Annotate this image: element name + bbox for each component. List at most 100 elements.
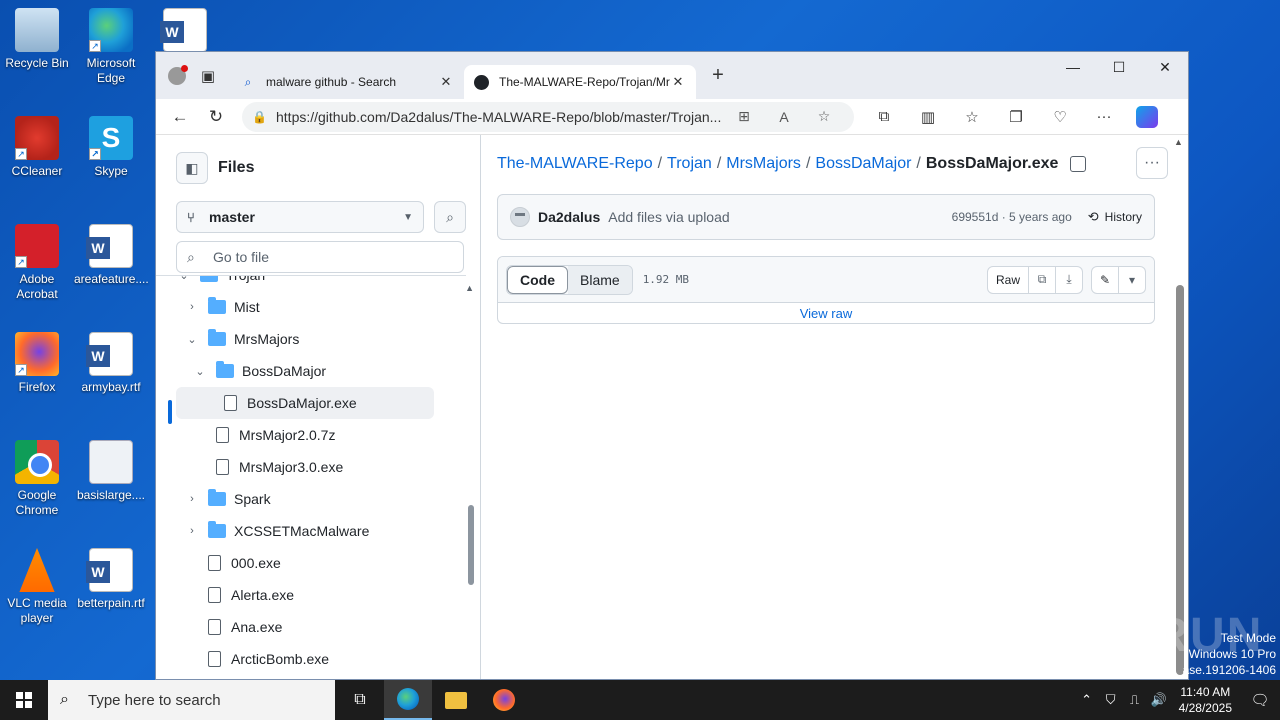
commit-meta[interactable]: 699551d · 5 years ago (952, 210, 1072, 224)
desktop-icon-edge[interactable]: ↗ Microsoft Edge (74, 8, 148, 86)
tree-item-label: Alerta.exe (231, 587, 295, 603)
view-toggle: Code Blame (506, 264, 633, 295)
search-button[interactable]: ⌕ (434, 201, 466, 233)
file-icon (216, 427, 229, 443)
network-icon[interactable]: ⎍ (1123, 692, 1147, 708)
minimize-icon[interactable]: — (1050, 52, 1096, 82)
desktop-icon-recycle-bin[interactable]: Recycle Bin (0, 8, 74, 71)
copy-path-icon[interactable] (1070, 156, 1087, 172)
notifications-icon[interactable]: 🗨 (1240, 691, 1280, 709)
desktop-icon-skype[interactable]: S ↗ Skype (74, 116, 148, 179)
test-mode-line: ase.191206-1406 (1182, 663, 1276, 677)
new-tab-icon[interactable]: + (704, 62, 732, 90)
tree-item-mrsmajors[interactable]: ⌄ MrsMajors (156, 323, 466, 355)
edit-pencil-icon[interactable]: ✎ (1091, 265, 1119, 294)
page-scrollbar[interactable]: ▲ (1174, 137, 1184, 677)
refresh-icon[interactable]: ↻ (198, 102, 234, 132)
taskbar-edge[interactable] (384, 680, 432, 720)
tab-github[interactable]: The-MALWARE-Repo/Trojan/Mr: ✕ (464, 65, 696, 99)
tree-item-spark[interactable]: › Spark (156, 483, 466, 515)
split-screen-icon[interactable]: ▥ (906, 102, 950, 132)
collections-icon[interactable]: ❐ (994, 102, 1038, 132)
desktop-icon-ccleaner[interactable]: ↗ CCleaner (0, 116, 74, 179)
taskbar-file-explorer[interactable] (432, 680, 480, 720)
desktop-icon-label: basislarge.... (76, 488, 146, 502)
more-options-icon[interactable]: ··· (1136, 147, 1168, 179)
taskbar-search-box[interactable]: ⌕ Type here to search (48, 680, 335, 720)
tree-item-mrsmajor3[interactable]: MrsMajor3.0.exe (156, 451, 466, 483)
sidebar-scrollbar[interactable] (468, 505, 474, 585)
view-raw-link[interactable]: View raw (498, 303, 1154, 323)
scroll-up-arrow-icon[interactable]: ▲ (465, 283, 474, 293)
copilot-icon[interactable] (1136, 105, 1158, 128)
collapse-sidebar-icon[interactable]: ◧ (176, 152, 208, 184)
chevron-right-icon: › (190, 493, 194, 505)
commit-message[interactable]: Add files via upload (608, 209, 951, 225)
breadcrumb-mrsmajors-link[interactable]: MrsMajors (726, 155, 801, 173)
close-tab-icon[interactable]: ✕ (438, 74, 454, 90)
favorite-star-icon[interactable]: ☆ (804, 108, 844, 125)
desktop-icon-label: VLC media player (7, 596, 67, 625)
browser-essentials-icon[interactable]: ♡ (1038, 102, 1082, 132)
more-menu-icon[interactable]: ··· (1082, 102, 1126, 132)
breadcrumb-bossdamajor-link[interactable]: BossDaMajor (815, 155, 911, 173)
desktop-icon-chrome[interactable]: Google Chrome (0, 440, 74, 518)
blame-tab[interactable]: Blame (568, 265, 632, 294)
go-to-file-input[interactable]: ⌕ Go to file (176, 241, 464, 273)
copy-raw-icon[interactable]: ⧉ (1029, 265, 1056, 294)
defender-icon[interactable]: ⛉ (1099, 692, 1123, 708)
scroll-up-arrow-icon[interactable]: ▲ (1174, 137, 1183, 147)
task-view-icon[interactable]: ⧉ (336, 680, 384, 720)
desktop-icon-armybay[interactable]: armybay.rtf (74, 332, 148, 395)
clock[interactable]: 11:40 AM 4/28/2025 (1179, 684, 1232, 716)
start-button[interactable] (0, 680, 48, 720)
desktop-icon-word-doc[interactable] (148, 8, 222, 56)
desktop-icon-firefox[interactable]: ↗ Firefox (0, 332, 74, 395)
code-tab[interactable]: Code (507, 265, 568, 294)
branch-selector[interactable]: ⑂ master ▼ (176, 201, 424, 233)
tree-item-arcticbomb-exe[interactable]: ArcticBomb.exe (156, 643, 466, 675)
favorites-icon[interactable]: ☆ (950, 102, 994, 132)
chevron-down-icon[interactable]: ▾ (1119, 265, 1146, 294)
desktop-icon-vlc[interactable]: VLC media player (0, 548, 74, 626)
read-aloud-icon[interactable]: A (764, 109, 804, 125)
tree-item-xcsset[interactable]: › XCSSETMacMalware (156, 515, 466, 547)
breadcrumb-trojan-link[interactable]: Trojan (667, 155, 712, 173)
taskbar: ⌕ Type here to search ⧉ ⌃ ⛉ ⎍ 🔊 11:40 AM… (0, 680, 1280, 720)
tree-item-label: BossDaMajor.exe (247, 395, 357, 411)
tab-actions-icon[interactable]: ▣ (194, 62, 222, 90)
taskbar-firefox[interactable] (480, 680, 528, 720)
maximize-icon[interactable]: ☐ (1096, 52, 1142, 82)
app-available-icon[interactable]: ⊞ (724, 108, 764, 125)
desktop-icon-acrobat[interactable]: ↗ Adobe Acrobat (0, 224, 74, 302)
tree-item-bossdamajor[interactable]: ⌄ BossDaMajor (156, 355, 466, 387)
tree-item-mrsmajor2[interactable]: MrsMajor2.0.7z (156, 419, 466, 451)
raw-button[interactable]: Raw (986, 265, 1029, 294)
url-field[interactable]: 🔒 https://github.com/Da2dalus/The-MALWAR… (242, 101, 854, 132)
breadcrumb-repo-link[interactable]: The-MALWARE-Repo (497, 155, 653, 173)
volume-icon[interactable]: 🔊 (1147, 692, 1171, 708)
close-tab-icon[interactable]: ✕ (670, 74, 686, 90)
back-icon[interactable]: ← (162, 102, 198, 132)
sidebar-header: ◧ Files (156, 135, 480, 201)
history-button[interactable]: ⟲ History (1088, 209, 1142, 225)
desktop-icon-basislarge[interactable]: basislarge.... (74, 440, 148, 503)
chevron-up-icon[interactable]: ⌃ (1075, 692, 1099, 708)
tree-item-mist[interactable]: › Mist (156, 291, 466, 323)
desktop-icon-label: Firefox (18, 380, 56, 394)
desktop-icon-betterpain[interactable]: betterpain.rtf (74, 548, 148, 611)
tree-item-000-exe[interactable]: 000.exe (156, 547, 466, 579)
extensions-icon[interactable]: ⧉ (862, 102, 906, 132)
download-icon[interactable]: ⤓ (1056, 265, 1083, 294)
tab-search[interactable]: ⌕ malware github - Search ✕ (230, 65, 464, 99)
tree-item-trojan[interactable]: ⌄ Trojan (156, 276, 466, 291)
tree-item-alerta-exe[interactable]: Alerta.exe (156, 579, 466, 611)
desktop-icon-areafeature[interactable]: areafeature.... (74, 224, 149, 287)
tree-item-bossdamajor-exe[interactable]: BossDaMajor.exe (176, 387, 434, 419)
clock-date: 4/28/2025 (1178, 701, 1232, 715)
tree-item-ana-exe[interactable]: Ana.exe (156, 611, 466, 643)
avatar[interactable] (510, 207, 530, 227)
commit-author[interactable]: Da2dalus (538, 209, 600, 225)
profile-avatar[interactable] (168, 64, 188, 85)
close-window-icon[interactable]: ✕ (1142, 52, 1188, 82)
